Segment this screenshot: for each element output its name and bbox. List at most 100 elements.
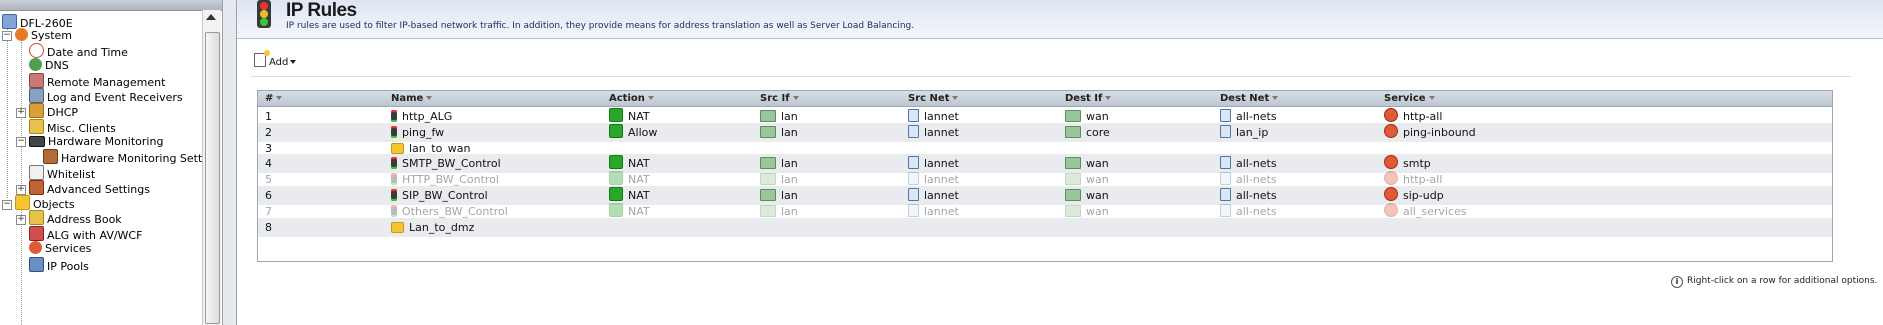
tree-item-whitelist[interactable]: Whitelist	[29, 165, 95, 181]
info-icon: i	[1671, 276, 1683, 288]
tree-item-label: Services	[45, 242, 92, 255]
collapse-toggle[interactable]: −	[2, 200, 12, 210]
traffic-light-icon	[391, 204, 397, 217]
cell-text: wan	[1086, 189, 1109, 202]
traffic-light-icon	[391, 125, 397, 138]
interface-icon	[760, 157, 776, 170]
collapse-toggle[interactable]: −	[2, 31, 12, 41]
tree-item-alg-with-av-wcf[interactable]: ALG with AV/WCF	[29, 226, 142, 242]
column-header-src-net[interactable]: Src Net	[908, 91, 959, 106]
cell-text: 4	[265, 157, 272, 171]
tree-item-advanced-settings[interactable]: + Advanced Settings	[16, 180, 150, 196]
cell-text: Others_BW_Control	[402, 204, 508, 218]
column-header-number[interactable]: #	[265, 91, 283, 106]
cell-text: all-nets	[1236, 173, 1277, 187]
sort-desc-icon	[276, 96, 283, 100]
scrollbar-thumb[interactable]	[205, 32, 220, 324]
cell-text: http-all	[1403, 110, 1443, 123]
interface-icon	[1065, 204, 1081, 217]
hardware-monitoring-icon	[29, 136, 45, 147]
tree-item-dns[interactable]: DNS	[29, 58, 69, 74]
chevron-down-icon	[952, 96, 959, 100]
column-header-label: Dest Net	[1220, 93, 1270, 104]
dhcp-icon	[29, 103, 44, 118]
collapse-toggle[interactable]: −	[16, 137, 26, 147]
chevron-down-icon	[1428, 96, 1435, 100]
network-object-icon	[908, 156, 919, 170]
tree-item-address-book[interactable]: + Address Book	[16, 210, 122, 226]
address-book-icon	[29, 210, 44, 225]
cell-text: lan	[781, 204, 798, 218]
folder-icon	[391, 142, 404, 154]
cell-text: lannet	[924, 110, 959, 123]
tree-item-label: IP Pools	[47, 260, 89, 273]
column-header-action[interactable]: Action	[609, 91, 654, 106]
traffic-light-icon	[391, 173, 397, 186]
tree-item-ip-pools[interactable]: IP Pools	[29, 257, 89, 273]
network-object-icon	[908, 172, 919, 186]
context-hint: i Right-click on a row for additional opt…	[1671, 276, 1877, 288]
cell-text: lan	[781, 189, 798, 202]
tree-item-remote-management[interactable]: Remote Management	[29, 73, 165, 89]
interface-icon	[760, 189, 776, 201]
interface-icon	[760, 204, 776, 217]
chevron-down-icon	[792, 96, 799, 100]
cell-text: NAT	[628, 157, 650, 171]
cell-text: 6	[265, 189, 272, 202]
network-object-icon	[1220, 109, 1231, 122]
tree-item-label: DNS	[45, 59, 69, 72]
page-description: IP rules are used to filter IP-based net…	[286, 21, 915, 31]
tree-item-hardware-monitoring-setting[interactable]: Hardware Monitoring Setting	[43, 149, 219, 165]
cell-text: NAT	[628, 110, 650, 123]
cell-text: NAT	[628, 204, 650, 218]
scroll-up-arrow-icon[interactable]	[206, 14, 216, 20]
tree-item-misc-clients[interactable]: Misc. Clients	[29, 119, 116, 135]
tree-item-label: System	[31, 29, 73, 42]
interface-icon	[1065, 110, 1081, 122]
column-header-dest-if[interactable]: Dest If	[1065, 91, 1112, 106]
tree-item-date-and-time[interactable]: Date and Time	[29, 43, 128, 59]
pane-splitter[interactable]	[223, 0, 237, 325]
tree-item-services[interactable]: Services	[29, 241, 91, 257]
service-icon	[1384, 123, 1398, 138]
tree-topbar	[0, 0, 222, 11]
tree-scrollbar[interactable]	[202, 10, 221, 325]
cell-num: 8	[265, 218, 272, 237]
cell-text: 1	[265, 110, 272, 123]
table-row-folder[interactable]: 8 Lan_to_dmz	[258, 217, 1832, 237]
expand-toggle[interactable]: +	[16, 185, 26, 195]
tree-item-log-and-event-receivers[interactable]: Log and Event Receivers	[29, 88, 183, 104]
expand-toggle[interactable]: +	[16, 108, 26, 118]
network-object-icon	[908, 203, 919, 217]
tree-item-label: Address Book	[47, 213, 122, 226]
column-header-name[interactable]: Name	[391, 91, 433, 106]
column-header-label: Action	[609, 93, 645, 104]
cell-text: lannet	[924, 157, 959, 171]
column-header-service[interactable]: Service	[1384, 91, 1435, 106]
services-icon	[29, 241, 42, 254]
cell-text: wan	[1086, 173, 1109, 187]
column-header-label: Dest If	[1065, 93, 1103, 104]
expand-toggle[interactable]: +	[16, 215, 26, 225]
tree-item-label: Hardware Monitoring Setting	[61, 152, 220, 165]
tree-item-objects[interactable]: − Objects	[2, 195, 75, 211]
column-header-label: Service	[1384, 93, 1426, 104]
column-header-dest-net[interactable]: Dest Net	[1220, 91, 1279, 106]
interface-icon	[1065, 125, 1081, 138]
network-object-icon	[908, 109, 919, 122]
cell-text: http_ALG	[402, 110, 453, 123]
tree-item-system[interactable]: − System	[2, 28, 72, 44]
cell-text: 2	[265, 125, 272, 139]
misc-clients-icon	[29, 119, 44, 134]
device-icon	[2, 14, 17, 29]
network-object-icon	[908, 188, 919, 201]
cell-text: 3	[265, 141, 272, 155]
cell-text: core	[1086, 125, 1110, 139]
column-header-src-if[interactable]: Src If	[760, 91, 799, 106]
ip-pools-icon	[29, 257, 44, 272]
add-button[interactable]: Add	[251, 50, 299, 71]
cell-text: ping-inbound	[1403, 125, 1476, 139]
navigation-tree: DFL-260E − System Date and Time DNS Remot…	[0, 0, 223, 325]
tree-item-dhcp[interactable]: + DHCP	[16, 103, 78, 119]
tree-item-hardware-monitoring[interactable]: − Hardware Monitoring	[16, 134, 163, 150]
